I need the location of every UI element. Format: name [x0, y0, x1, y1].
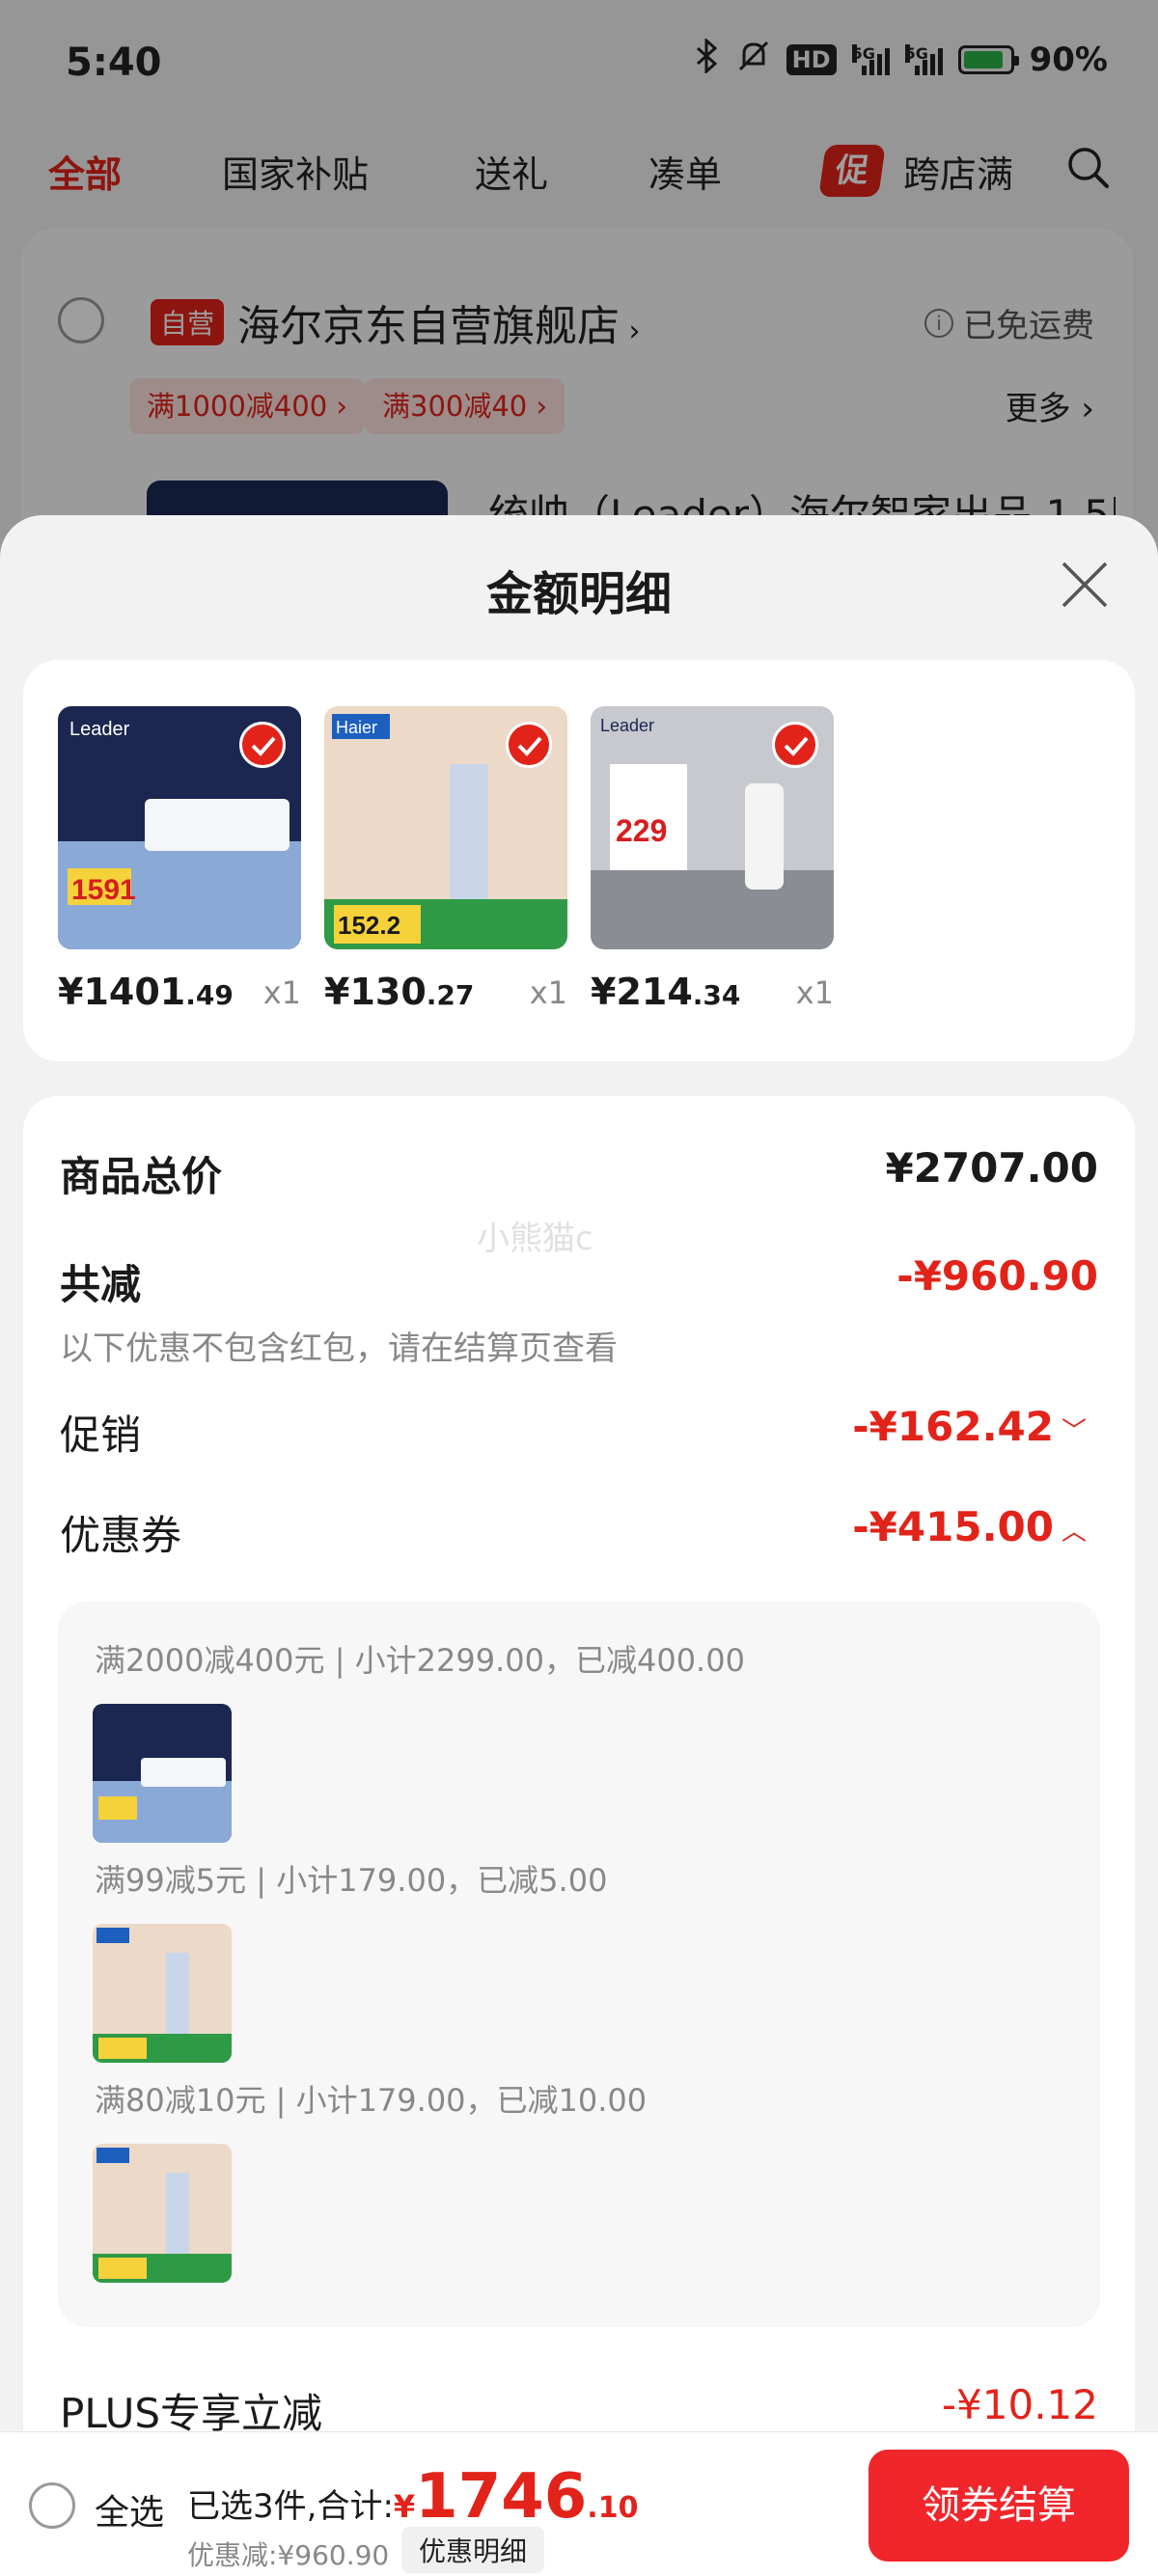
svg-text:Leader: Leader	[600, 716, 654, 735]
chevron-down-icon: ﹀	[1061, 1417, 1087, 1446]
checkout-bar: 全选 已选3件,合计:¥1746.10 优惠减:¥960.90 优惠明细 领券结…	[0, 2431, 1158, 2576]
selected-item[interactable]: Leader 229 ¥214.34 x1	[591, 706, 834, 1013]
amount-detail-card: 小熊猫c 商品总价 ¥2707.00 共减 -¥960.90 以下优惠不包含红包…	[23, 1096, 1135, 2576]
product-thumbnail: Haier 152.2	[324, 706, 567, 949]
discount-detail-button[interactable]: 优惠明细	[401, 2527, 545, 2573]
selected-items-card: Leader 1591 ¥1401.49 x1 Haier 152.2 ¥130…	[23, 660, 1135, 1061]
item-price: ¥1401.49	[58, 971, 234, 1013]
selected-summary: 已选3件,合计:¥1746.10	[187, 2461, 639, 2533]
coupon-row[interactable]: -¥415.00 ︿	[852, 1503, 1087, 1550]
total-price-value: ¥2707.00	[885, 1144, 1098, 1192]
watermark: 小熊猫c	[477, 1219, 593, 1258]
selected-item[interactable]: Leader 1591 ¥1401.49 x1	[58, 706, 301, 1013]
svg-text:152.2: 152.2	[338, 911, 400, 940]
reduction-note: 以下优惠不包含红包，请在结算页查看	[60, 1329, 618, 1368]
coupon-label: 优惠券	[60, 1512, 182, 1559]
promotion-label: 促销	[60, 1411, 142, 1459]
checked-icon	[239, 722, 286, 768]
coupon-product-thumbnail	[93, 1704, 232, 1843]
product-thumbnail: Leader 229	[591, 706, 834, 949]
amount-detail-sheet: 金额明细 Leader 1591 ¥1401.49 x1 Haier 152.2…	[0, 515, 1158, 2576]
item-quantity: x1	[795, 974, 834, 1011]
checked-icon	[772, 722, 818, 768]
modal-overlay[interactable]	[0, 0, 1158, 540]
select-all-checkbox[interactable]	[29, 2482, 75, 2529]
coupon-product-thumbnail	[93, 2144, 232, 2283]
item-price: ¥214.34	[591, 971, 741, 1013]
coupon-detail-box: 满2000减400元 | 小计2299.00，已减400.00 满99减5元 |…	[58, 1602, 1100, 2327]
svg-text:Haier: Haier	[336, 718, 377, 737]
close-icon[interactable]	[1058, 558, 1112, 612]
coupon-rule: 满2000减400元 | 小计2299.00，已减400.00	[95, 1642, 745, 1679]
sheet-title: 金额明细	[485, 567, 672, 621]
chevron-up-icon: ︿	[1061, 1518, 1087, 1547]
total-amount: ¥1746.10	[393, 2461, 639, 2533]
discount-amount: 优惠减:¥960.90	[187, 2539, 390, 2571]
svg-text:Leader: Leader	[69, 719, 130, 740]
coupon-rule: 满99减5元 | 小计179.00，已减5.00	[95, 1862, 608, 1899]
svg-text:229: 229	[616, 813, 667, 848]
coupon-product-thumbnail	[93, 1924, 232, 2063]
select-all-label[interactable]: 全选	[95, 2484, 164, 2535]
item-price: ¥130.27	[324, 971, 475, 1013]
checked-icon	[506, 722, 552, 768]
total-reduction-value: -¥960.90	[896, 1252, 1098, 1300]
item-quantity: x1	[262, 974, 301, 1011]
selected-item[interactable]: Haier 152.2 ¥130.27 x1	[324, 706, 567, 1013]
coupon-rule: 满80减10元 | 小计179.00，已减10.00	[95, 2082, 648, 2119]
checkout-button[interactable]: 领券结算	[868, 2450, 1129, 2562]
plus-discount-value: -¥10.12	[941, 2381, 1098, 2428]
total-price-label: 商品总价	[60, 1153, 223, 1200]
svg-text:1591: 1591	[71, 874, 136, 906]
promotion-row[interactable]: -¥162.42 ﹀	[852, 1403, 1087, 1450]
total-reduction-label: 共减	[60, 1261, 142, 1308]
product-thumbnail: Leader 1591	[58, 706, 301, 949]
item-quantity: x1	[529, 974, 567, 1011]
